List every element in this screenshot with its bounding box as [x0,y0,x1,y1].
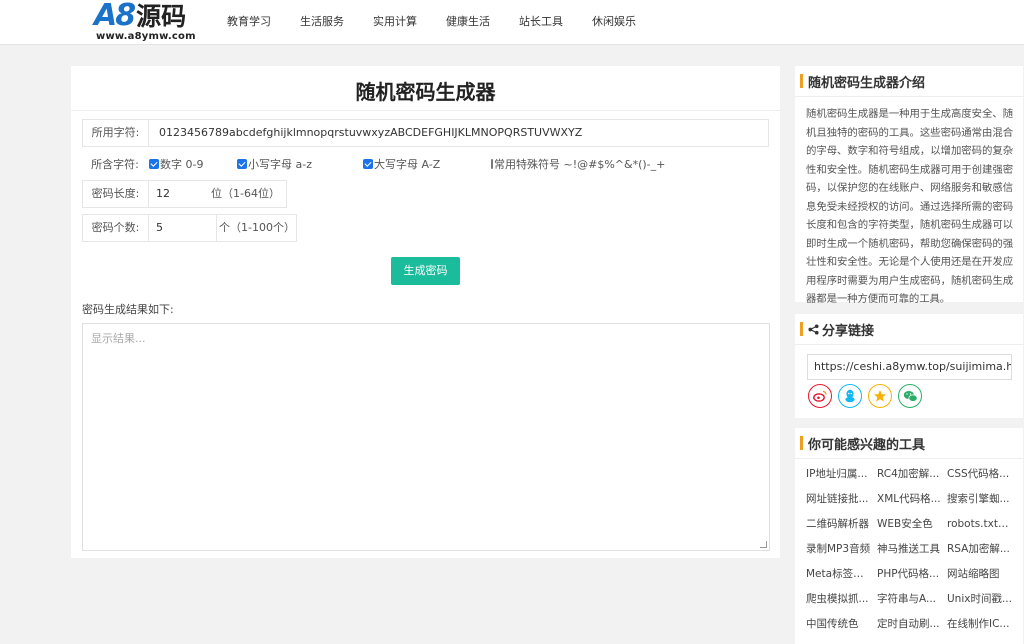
checkbox-unchecked-icon[interactable] [491,159,493,169]
nav-item-webmaster[interactable]: 站长工具 [519,0,563,45]
password-generator-panel: 随机密码生成器 所用字符: 0123456789abcdefghijklmnop… [71,66,780,558]
logo-cn-text: 源码 [136,2,187,31]
share-icon [808,323,819,335]
share-panel-header: 分享链接 [795,314,1023,345]
include-label: 所含字符: [91,158,139,171]
site-logo[interactable]: A8 源码 www.a8ymw.com [94,0,196,45]
tool-link[interactable]: 在线制作IC... [947,616,1013,631]
resize-handle-icon[interactable] [760,541,767,548]
tools-panel-header: 你可能感兴趣的工具 [795,428,1023,459]
share-icons [808,384,928,408]
checkbox-checked-icon[interactable] [237,159,247,169]
nav-item-health[interactable]: 健康生活 [446,0,490,45]
tool-link[interactable]: IP地址归属... [806,466,872,481]
heading-accent-bar [800,322,803,336]
tool-link[interactable]: 搜索引擎蜘... [947,491,1013,506]
tool-link[interactable]: PHP代码格... [877,566,943,581]
tool-link[interactable]: RSA加密解... [947,541,1013,556]
result-textarea[interactable]: 显示结果... [82,323,770,551]
nav-item-calculator[interactable]: 实用计算 [373,0,417,45]
tool-link[interactable]: 网址链接批... [806,491,872,506]
tool-link[interactable]: 神马推送工具 [877,541,943,556]
option-uppercase-checkbox[interactable]: 大写字母 A-Z [363,156,473,172]
length-label: 密码长度: [83,181,149,207]
result-placeholder: 显示结果... [91,332,146,345]
nav-item-life-service[interactable]: 生活服务 [300,0,344,45]
wechat-icon[interactable] [898,384,922,408]
page-title: 随机密码生成器 [355,80,496,104]
length-input[interactable]: 12 [149,181,209,207]
intro-panel: 随机密码生成器介绍 随机密码生成器是一种用于生成高度安全、随机且独特的密码的工具… [795,66,1023,305]
intro-title: 随机密码生成器介绍 [808,75,926,91]
option-digits-checkbox[interactable]: 数字 0-9 [149,156,239,172]
intro-panel-header: 随机密码生成器介绍 [795,66,1023,97]
heading-accent-bar [800,436,803,450]
length-unit: 位（1-64位） [211,187,280,200]
charset-row: 所用字符: 0123456789abcdefghijklmnopqrstuvwx… [82,119,769,147]
qq-icon[interactable] [838,384,862,408]
intro-text: 随机密码生成器是一种用于生成高度安全、随机且独特的密码的工具。这些密码通常由混合… [806,108,1013,305]
main-nav: 教育学习 生活服务 实用计算 健康生活 站长工具 休闲娱乐 [227,0,665,45]
option-special-checkbox[interactable]: 常用特殊符号 ~!@#$%^&*()-_+ [491,156,665,172]
checkbox-checked-icon[interactable] [149,159,159,169]
tool-link[interactable]: Meta标签生... [806,566,872,581]
site-header: A8 源码 www.a8ymw.com 教育学习 生活服务 实用计算 健康生活 … [0,0,1024,45]
charset-label: 所用字符: [83,120,149,146]
result-label: 密码生成结果如下: [82,303,174,316]
nav-item-entertainment[interactable]: 休闲娱乐 [592,0,636,45]
share-url-field[interactable]: https://ceshi.a8ymw.top/suijimima.html [807,354,1012,380]
count-label: 密码个数: [83,215,149,241]
logo-url-text: www.a8ymw.com [96,31,196,42]
tool-link[interactable]: 字符串与A... [877,591,943,606]
option-lowercase-label: 小写字母 a-z [248,158,312,171]
logo-a8-text: A8 [94,0,136,33]
tool-link[interactable]: 爬虫模拟抓... [806,591,872,606]
title-divider [71,110,780,111]
tool-link[interactable]: RC4加密解... [877,466,943,481]
count-unit: 个（1-100个） [219,221,295,234]
tool-link[interactable]: 网站缩略图 [947,566,1013,581]
tool-link[interactable]: 定时自动刷... [877,616,943,631]
weibo-icon[interactable] [808,384,832,408]
option-lowercase-checkbox[interactable]: 小写字母 a-z [237,156,347,172]
tool-link[interactable]: WEB安全色 [877,516,943,531]
generate-button[interactable]: 生成密码 [391,257,460,285]
tool-link[interactable]: CSS代码格... [947,466,1013,481]
charset-field[interactable]: 0123456789abcdefghijklmnopqrstuvwxyzABCD… [149,120,768,146]
include-options-row: 所含字符: 数字 0-9 小写字母 a-z 大写字母 A-Z 常用特殊符号 ~!… [82,153,665,175]
tools-panel: 你可能感兴趣的工具 IP地址归属... RC4加密解... CSS代码格... … [795,428,1023,644]
share-panel: 分享链接 https://ceshi.a8ymw.top/suijimima.h… [795,314,1023,418]
tool-link[interactable]: Unix时间戳... [947,591,1013,606]
tool-link[interactable]: robots.txt文... [947,516,1013,531]
tool-link[interactable]: 二维码解析器 [806,516,872,531]
count-input[interactable]: 5 [149,215,217,241]
nav-item-education[interactable]: 教育学习 [227,0,271,45]
heading-accent-bar [800,74,803,88]
tool-link[interactable]: 录制MP3音频 [806,541,872,556]
option-digits-label: 数字 0-9 [160,158,204,171]
checkbox-checked-icon[interactable] [363,159,373,169]
count-row: 密码个数: 5 个（1-100个） [82,214,297,242]
option-uppercase-label: 大写字母 A-Z [374,158,441,171]
qzone-icon[interactable] [868,384,892,408]
length-row: 密码长度: 12 位（1-64位） [82,180,287,208]
share-title: 分享链接 [822,323,875,339]
tools-title: 你可能感兴趣的工具 [808,437,926,453]
option-special-label: 常用特殊符号 ~!@#$%^&*()-_+ [494,158,666,171]
tool-link[interactable]: XML代码格... [877,491,943,506]
tool-link[interactable]: 中国传统色 [806,616,872,631]
